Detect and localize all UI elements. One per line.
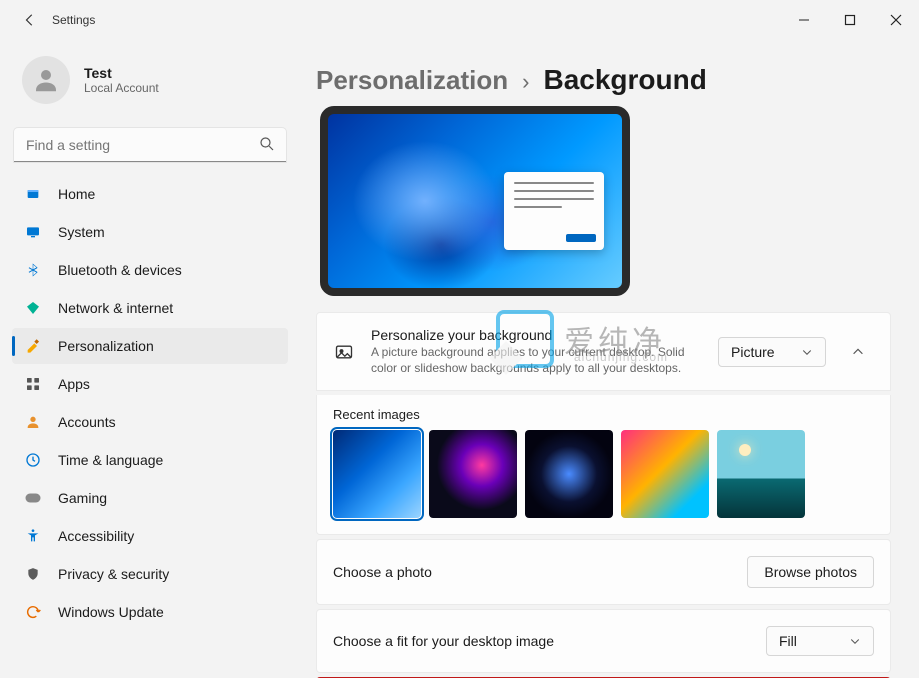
person-icon: [31, 65, 61, 95]
picture-icon: [333, 341, 355, 363]
chevron-up-icon: [851, 345, 865, 359]
home-icon: [24, 185, 42, 203]
recent-images-panel: Recent images: [316, 395, 891, 535]
choose-fit-label: Choose a fit for your desktop image: [333, 633, 554, 649]
expand-chevron[interactable]: [842, 345, 874, 359]
back-button[interactable]: [16, 6, 44, 34]
background-type-select[interactable]: Picture: [718, 337, 826, 367]
breadcrumb-parent[interactable]: Personalization: [316, 65, 508, 96]
desktop-preview: [320, 106, 630, 296]
update-icon: [24, 603, 42, 621]
personalize-title: Personalize your background: [371, 327, 702, 343]
nav-label: System: [58, 224, 105, 240]
nav-label: Accessibility: [58, 528, 134, 544]
nav-label: Network & internet: [58, 300, 173, 316]
browse-photos-button[interactable]: Browse photos: [747, 556, 874, 588]
nav-item-accounts[interactable]: Accounts: [12, 404, 288, 440]
nav-item-system[interactable]: System: [12, 214, 288, 250]
personalize-desc: A picture background applies to your cur…: [371, 345, 702, 376]
titlebar: Settings: [0, 0, 919, 40]
nav-label: Personalization: [58, 338, 154, 354]
profile-name: Test: [84, 65, 159, 81]
nav-item-privacy[interactable]: Privacy & security: [12, 556, 288, 592]
nav-label: Apps: [58, 376, 90, 392]
nav-label: Bluetooth & devices: [58, 262, 182, 278]
search-input[interactable]: [14, 128, 286, 162]
nav-item-apps[interactable]: Apps: [12, 366, 288, 402]
privacy-icon: [24, 565, 42, 583]
choose-photo-row: Choose a photo Browse photos: [316, 539, 891, 605]
nav-item-time[interactable]: Time & language: [12, 442, 288, 478]
nav-label: Privacy & security: [58, 566, 169, 582]
recent-image-0[interactable]: [333, 430, 421, 518]
nav-item-personalization[interactable]: Personalization: [12, 328, 288, 364]
recent-image-2[interactable]: [525, 430, 613, 518]
nav-label: Gaming: [58, 490, 107, 506]
gaming-icon: [24, 489, 42, 507]
maximize-button[interactable]: [827, 0, 873, 40]
window-title: Settings: [52, 13, 95, 27]
nav-item-bluetooth[interactable]: Bluetooth & devices: [12, 252, 288, 288]
chevron-down-icon: [801, 346, 813, 358]
nav-label: Time & language: [58, 452, 163, 468]
recent-images-label: Recent images: [333, 407, 874, 422]
personalization-icon: [24, 337, 42, 355]
minimize-icon: [798, 14, 810, 26]
nav-item-accessibility[interactable]: Accessibility: [12, 518, 288, 554]
fit-select[interactable]: Fill: [766, 626, 874, 656]
system-icon: [24, 223, 42, 241]
bluetooth-icon: [24, 261, 42, 279]
recent-image-1[interactable]: [429, 430, 517, 518]
nav-list: Home System Bluetooth & devices Network & i…: [12, 176, 288, 630]
choose-fit-row: Choose a fit for your desktop image Fill: [316, 609, 891, 673]
search-icon: [258, 135, 276, 156]
profile-account-type: Local Account: [84, 81, 159, 95]
close-icon: [890, 14, 902, 26]
network-icon: [24, 299, 42, 317]
time-icon: [24, 451, 42, 469]
avatar: [22, 56, 70, 104]
sidebar: Test Local Account Home System Bluetooth &…: [0, 40, 300, 678]
nav-item-network[interactable]: Network & internet: [12, 290, 288, 326]
maximize-icon: [844, 14, 856, 26]
nav-item-update[interactable]: Windows Update: [12, 594, 288, 630]
close-button[interactable]: [873, 0, 919, 40]
chevron-down-icon: [849, 635, 861, 647]
nav-label: Accounts: [58, 414, 116, 430]
breadcrumb-sep-icon: ›: [522, 69, 529, 95]
breadcrumb: Personalization › Background: [316, 64, 891, 96]
arrow-left-icon: [23, 13, 37, 27]
accounts-icon: [24, 413, 42, 431]
nav-label: Home: [58, 186, 95, 202]
personalize-background-row[interactable]: Personalize your background A picture ba…: [316, 312, 891, 391]
main-pane: Personalization › Background 爱纯净 aichunj…: [300, 40, 919, 678]
nav-label: Windows Update: [58, 604, 164, 620]
accessibility-icon: [24, 527, 42, 545]
nav-item-home[interactable]: Home: [12, 176, 288, 212]
choose-photo-label: Choose a photo: [333, 564, 432, 580]
minimize-button[interactable]: [781, 0, 827, 40]
recent-image-4[interactable]: [717, 430, 805, 518]
profile-block[interactable]: Test Local Account: [12, 40, 288, 128]
recent-image-3[interactable]: [621, 430, 709, 518]
apps-icon: [24, 375, 42, 393]
nav-item-gaming[interactable]: Gaming: [12, 480, 288, 516]
breadcrumb-current: Background: [543, 64, 706, 96]
search-box: [14, 128, 286, 162]
